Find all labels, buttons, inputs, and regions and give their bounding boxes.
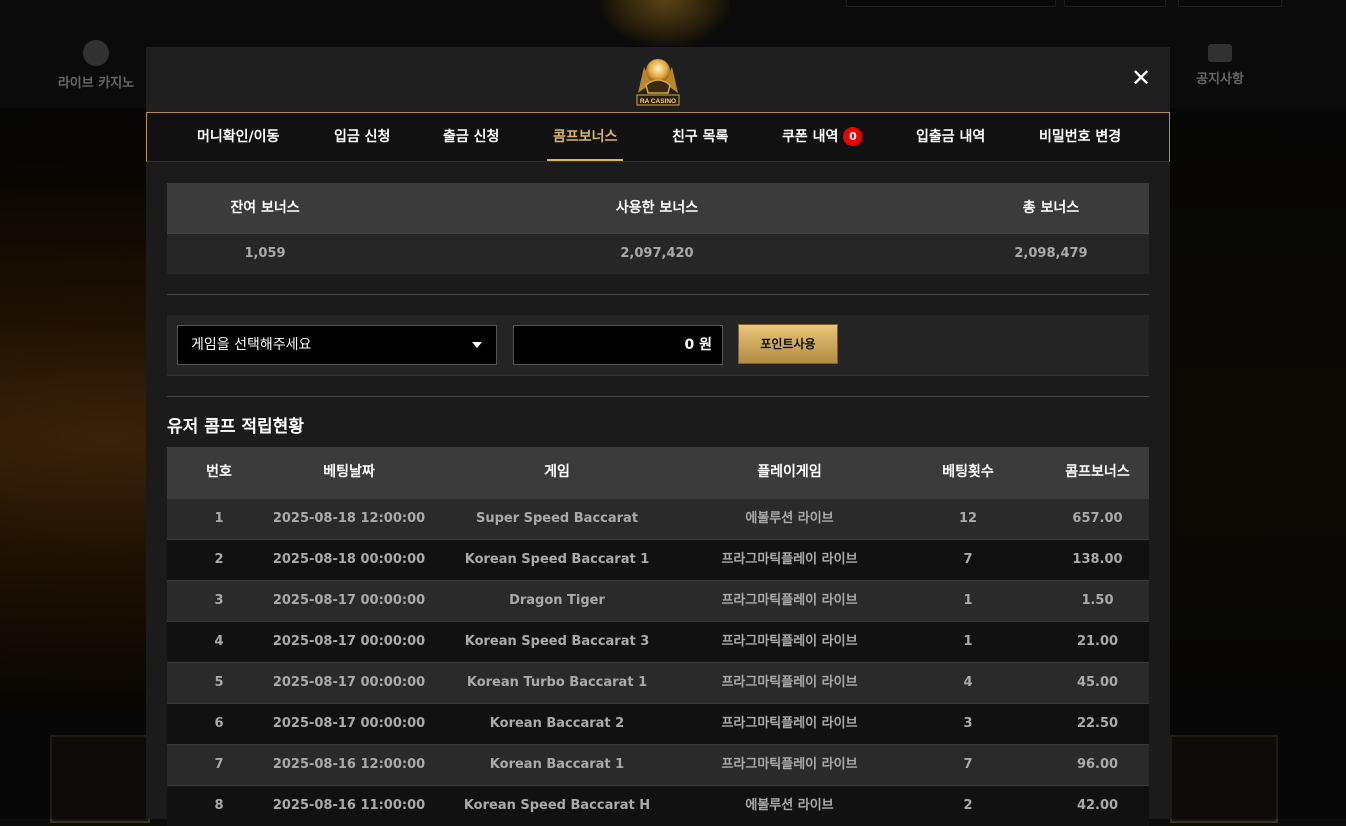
cell-bet-count: 1 — [963, 593, 973, 608]
cell-bet-date: 2025-08-17 00:00:00 — [272, 675, 426, 690]
tab-transaction-history[interactable]: 입출금 내역 — [916, 113, 985, 161]
cell-game: Korean Speed Baccarat 1 — [464, 552, 650, 567]
col-number: 번호 — [206, 464, 232, 480]
cell-comp-bonus: 1.50 — [1081, 593, 1114, 608]
amount-input[interactable]: 0 원 — [513, 325, 723, 365]
cell-play-game: 프라그마틱플레이 라이브 — [721, 634, 858, 649]
cell-bet-date: 2025-08-16 12:00:00 — [272, 757, 426, 772]
cell-number: 1 — [214, 511, 224, 526]
divider — [167, 396, 1149, 397]
cell-number: 2 — [214, 552, 224, 567]
cell-game: Korean Baccarat 1 — [489, 757, 625, 772]
cell-bet-count: 3 — [963, 716, 973, 731]
cell-play-game: 프라그마틱플레이 라이브 — [721, 716, 858, 731]
bonus-summary-values: 1,059 2,097,420 2,098,479 — [167, 233, 1149, 274]
total-bonus-header: 총 보너스 — [1022, 200, 1080, 216]
tab-comp-bonus[interactable]: 콤프보너스 — [546, 113, 624, 161]
table-row: 1 2025-08-18 12:00:00 Super Speed Baccarat… — [167, 498, 1149, 539]
remaining-bonus-value: 1,059 — [244, 246, 286, 261]
cell-comp-bonus: 22.50 — [1076, 716, 1119, 731]
cell-number: 8 — [214, 798, 224, 813]
cell-game: Korean Speed Baccarat 3 — [464, 634, 650, 649]
table-row: 6 2025-08-17 00:00:00 Korean Baccarat 2 프라그… — [167, 703, 1149, 744]
col-comp-bonus: 콤프보너스 — [1065, 464, 1130, 480]
tab-withdraw[interactable]: 출금 신청 — [443, 113, 499, 161]
modal-tabs: 머니확인/이동 입금 신청 출금 신청 콤프보너스 친구 목록 쿠폰 내역 0 입… — [146, 112, 1170, 162]
history-title: 유저 콤프 적립현황 — [167, 417, 304, 437]
cell-play-game: 프라그마틱플레이 라이브 — [721, 675, 858, 690]
cell-bet-count: 7 — [963, 757, 973, 772]
redeem-form: 게임을 선택해주세요 0 원 포인트사용 — [167, 315, 1149, 376]
cell-comp-bonus: 45.00 — [1076, 675, 1119, 690]
cell-bet-count: 4 — [963, 675, 973, 690]
col-play-game: 플레이게임 — [757, 464, 822, 480]
table-row: 2 2025-08-18 00:00:00 Korean Speed Baccara… — [167, 539, 1149, 580]
cell-number: 6 — [214, 716, 224, 731]
table-row: 8 2025-08-16 11:00:00 Korean Speed Baccara… — [167, 785, 1149, 826]
cell-play-game: 에볼루션 라이브 — [745, 511, 834, 526]
modal-header: RA CASINO ✕ — [146, 47, 1170, 112]
cell-game: Korean Turbo Baccarat 1 — [466, 675, 648, 690]
cell-bet-count: 1 — [963, 634, 973, 649]
cell-bet-count: 2 — [963, 798, 973, 813]
cell-number: 5 — [214, 675, 224, 690]
divider — [167, 294, 1149, 295]
total-bonus-value: 2,098,479 — [1014, 246, 1088, 261]
table-header: 번호 베팅날짜 게임 플레이게임 베팅횟수 콤프보너스 — [167, 447, 1149, 498]
account-modal: RA CASINO ✕ 머니확인/이동 입금 신청 출금 신청 콤프보너스 친구… — [146, 47, 1170, 826]
cell-bet-date: 2025-08-17 00:00:00 — [272, 716, 426, 731]
cell-play-game: 프라그마틱플레이 라이브 — [721, 593, 858, 608]
cell-number: 7 — [214, 757, 224, 772]
cell-comp-bonus: 96.00 — [1076, 757, 1119, 772]
cell-game: Korean Speed Baccarat H — [463, 798, 651, 813]
table-row: 4 2025-08-17 00:00:00 Korean Speed Baccara… — [167, 621, 1149, 662]
table-row: 3 2025-08-17 00:00:00 Dragon Tiger 프라그마틱플레이… — [167, 580, 1149, 621]
game-select[interactable]: 게임을 선택해주세요 — [177, 325, 497, 365]
table-row: 5 2025-08-17 00:00:00 Korean Turbo Baccara… — [167, 662, 1149, 703]
cell-comp-bonus: 21.00 — [1076, 634, 1119, 649]
cell-number: 3 — [214, 593, 224, 608]
cell-bet-date: 2025-08-17 00:00:00 — [272, 593, 426, 608]
logo-text: RA CASINO — [640, 98, 676, 105]
cell-comp-bonus: 42.00 — [1076, 798, 1119, 813]
used-bonus-header: 사용한 보너스 — [615, 200, 699, 216]
tab-deposit[interactable]: 입금 신청 — [334, 113, 390, 161]
coupon-count-badge: 0 — [843, 127, 863, 146]
cell-play-game: 프라그마틱플레이 라이브 — [721, 552, 858, 567]
cell-game: Super Speed Baccarat — [475, 511, 639, 526]
cell-bet-date: 2025-08-18 00:00:00 — [272, 552, 426, 567]
cell-comp-bonus: 657.00 — [1072, 511, 1123, 526]
col-bet-date: 베팅날짜 — [323, 464, 375, 480]
tab-change-password[interactable]: 비밀번호 변경 — [1039, 113, 1121, 161]
col-game: 게임 — [544, 464, 570, 480]
cell-game: Dragon Tiger — [509, 593, 605, 608]
cell-bet-count: 12 — [958, 511, 978, 526]
remaining-bonus-header: 잔여 보너스 — [230, 200, 300, 216]
close-icon: ✕ — [1130, 64, 1152, 92]
cell-bet-date: 2025-08-17 00:00:00 — [272, 634, 426, 649]
col-bet-count: 베팅횟수 — [942, 464, 994, 480]
cell-comp-bonus: 138.00 — [1072, 552, 1123, 567]
used-bonus-value: 2,097,420 — [620, 246, 694, 261]
chevron-down-icon — [472, 342, 482, 348]
ra-casino-logo: RA CASINO — [636, 59, 680, 106]
cell-number: 4 — [214, 634, 224, 649]
use-points-button[interactable]: 포인트사용 — [738, 324, 838, 364]
cell-play-game: 프라그마틱플레이 라이브 — [721, 757, 858, 772]
bonus-summary-header: 잔여 보너스 사용한 보너스 총 보너스 — [167, 183, 1149, 233]
tab-money-check[interactable]: 머니확인/이동 — [197, 113, 279, 161]
close-button[interactable]: ✕ — [1128, 65, 1154, 91]
tab-coupons[interactable]: 쿠폰 내역 0 — [782, 113, 863, 161]
cell-game: Korean Baccarat 2 — [489, 716, 625, 731]
cell-bet-date: 2025-08-18 12:00:00 — [272, 511, 426, 526]
comp-history-table: 번호 베팅날짜 게임 플레이게임 베팅횟수 콤프보너스 1 2025-08-18 … — [167, 447, 1149, 826]
table-body: 1 2025-08-18 12:00:00 Super Speed Baccarat… — [167, 498, 1149, 826]
cell-bet-count: 7 — [963, 552, 973, 567]
table-row: 7 2025-08-16 12:00:00 Korean Baccarat 1 프라그… — [167, 744, 1149, 785]
cell-bet-date: 2025-08-16 11:00:00 — [272, 798, 426, 813]
cell-play-game: 에볼루션 라이브 — [745, 798, 834, 813]
tab-friends[interactable]: 친구 목록 — [672, 113, 728, 161]
